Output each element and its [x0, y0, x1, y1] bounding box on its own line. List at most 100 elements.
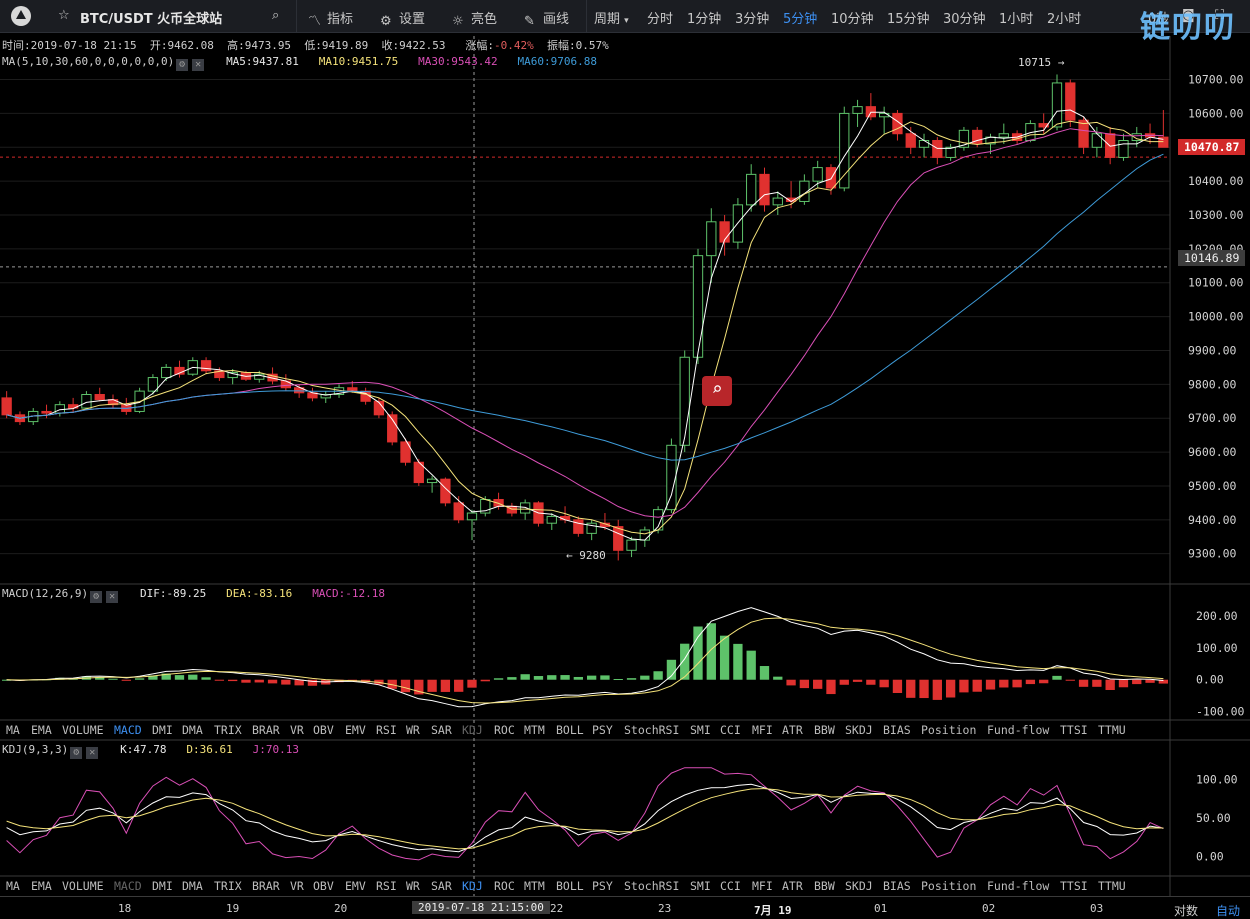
indicator-tab-volume[interactable]: VOLUME [62, 723, 104, 737]
indicator-tab-skdj[interactable]: SKDJ [845, 723, 873, 737]
macd-bar [932, 679, 942, 700]
indicator-tab-vr[interactable]: VR [290, 723, 304, 737]
macd-bar [1012, 679, 1022, 688]
time-axis: 18 19 20 2019-07-18 21:15:00 22 23 7月 19… [0, 896, 1250, 919]
indicator-tab-brar[interactable]: BRAR [252, 879, 280, 893]
indicator-tab-mtm[interactable]: MTM [524, 723, 545, 737]
price-tick-label: 9500.00 [1188, 479, 1237, 493]
indicator-tab-bbw[interactable]: BBW [814, 879, 835, 893]
indicator-tab-dma[interactable]: DMA [182, 723, 203, 737]
indicator-tab-fund-flow[interactable]: Fund-flow [987, 723, 1049, 737]
gear-icon[interactable]: ⚙ [70, 747, 83, 759]
indicator-tab-kdj[interactable]: KDJ [462, 723, 483, 737]
indicator-tab-bias[interactable]: BIAS [883, 723, 911, 737]
macd-bar [520, 674, 530, 680]
indicator-tab-rsi[interactable]: RSI [376, 879, 397, 893]
indicator-tab-ema[interactable]: EMA [31, 879, 52, 893]
indicator-tab-smi[interactable]: SMI [690, 723, 711, 737]
indicator-tab-emv[interactable]: EMV [345, 723, 366, 737]
indicator-tab-ma[interactable]: MA [6, 879, 20, 893]
indicator-tab-trix[interactable]: TRIX [214, 879, 242, 893]
kdj-tick-label: 0.00 [1196, 850, 1224, 864]
indicator-tab-fund-flow[interactable]: Fund-flow [987, 879, 1049, 893]
macd-bar [547, 675, 557, 680]
macd-bar [839, 679, 849, 685]
indicator-tab-wr[interactable]: WR [406, 879, 420, 893]
indicator-tab-emv[interactable]: EMV [345, 879, 366, 893]
indicator-tab-atr[interactable]: ATR [782, 879, 803, 893]
candle-body [1078, 119, 1089, 148]
indicator-tab-macd[interactable]: MACD [114, 723, 142, 737]
indicator-tab-cci[interactable]: CCI [720, 723, 741, 737]
indicator-tab-volume[interactable]: VOLUME [62, 879, 104, 893]
indicator-tab-roc[interactable]: ROC [494, 723, 515, 737]
candle-body [865, 106, 877, 118]
indicator-tab-boll[interactable]: BOLL [556, 879, 584, 893]
close-icon[interactable]: ✕ [106, 591, 119, 603]
indicator-tab-obv[interactable]: OBV [313, 723, 334, 737]
auto-scale-toggle[interactable]: 自动 [1216, 902, 1240, 919]
indicator-tab-atr[interactable]: ATR [782, 723, 803, 737]
indicator-tab-dma[interactable]: DMA [182, 879, 203, 893]
macd-bar [493, 678, 504, 680]
indicator-tab-ttmu[interactable]: TTMU [1098, 723, 1126, 737]
zoom-search-icon[interactable]: ⌕ [702, 376, 732, 406]
indicator-tab-rsi[interactable]: RSI [376, 723, 397, 737]
price-tick-label: 9800.00 [1188, 377, 1237, 391]
indicator-tab-stochrsi[interactable]: StochRSI [624, 879, 679, 893]
kline-chart[interactable]: 10700.0010600.0010500.0010400.0010300.00… [0, 0, 1250, 919]
macd-bar [773, 676, 783, 680]
indicator-tab-ema[interactable]: EMA [31, 723, 52, 737]
indicator-tab-roc[interactable]: ROC [494, 879, 515, 893]
candle-body [905, 133, 916, 148]
log-scale-toggle[interactable]: 对数 [1174, 902, 1198, 919]
indicator-tab-position[interactable]: Position [921, 723, 976, 737]
candle-body [932, 140, 943, 158]
indicator-tab-skdj[interactable]: SKDJ [845, 879, 873, 893]
macd-bar [214, 679, 225, 681]
indicator-tab-cci[interactable]: CCI [720, 879, 741, 893]
candle-body [679, 356, 690, 446]
indicator-tab-dmi[interactable]: DMI [152, 879, 173, 893]
candle-body [998, 133, 1009, 138]
indicator-tab-boll[interactable]: BOLL [556, 723, 584, 737]
close-icon[interactable]: ✕ [86, 747, 99, 759]
indicator-tab-mfi[interactable]: MFI [752, 879, 773, 893]
indicator-tab-ttmu[interactable]: TTMU [1098, 879, 1126, 893]
indicator-tab-obv[interactable]: OBV [313, 879, 334, 893]
indicator-tab-ttsi[interactable]: TTSI [1060, 723, 1088, 737]
indicator-tab-brar[interactable]: BRAR [252, 723, 280, 737]
indicator-tab-trix[interactable]: TRIX [214, 723, 242, 737]
indicator-tab-macd[interactable]: MACD [114, 879, 142, 893]
close-icon[interactable]: ✕ [192, 59, 205, 71]
indicator-tab-ttsi[interactable]: TTSI [1060, 879, 1088, 893]
macd-bar [945, 679, 956, 698]
indicator-tab-mtm[interactable]: MTM [524, 879, 545, 893]
candle-body [1065, 82, 1076, 121]
gear-icon[interactable]: ⚙ [176, 59, 189, 71]
indicator-tab-vr[interactable]: VR [290, 879, 304, 893]
indicator-tab-mfi[interactable]: MFI [752, 723, 773, 737]
macd-bar [972, 679, 982, 692]
candle-body [94, 394, 105, 401]
macd-bar [467, 679, 477, 688]
indicator-tab-sar[interactable]: SAR [431, 723, 452, 737]
candle-body [1091, 133, 1103, 148]
indicator-tab-wr[interactable]: WR [406, 723, 420, 737]
indicator-tab-dmi[interactable]: DMI [152, 723, 173, 737]
candle-body [852, 106, 863, 114]
macd-bar [174, 675, 185, 680]
indicator-tab-ma[interactable]: MA [6, 723, 20, 737]
indicator-tab-kdj[interactable]: KDJ [462, 879, 483, 893]
indicator-tab-smi[interactable]: SMI [690, 879, 711, 893]
indicator-tab-bbw[interactable]: BBW [814, 723, 835, 737]
gear-icon[interactable]: ⚙ [90, 591, 103, 603]
indicator-tab-bias[interactable]: BIAS [883, 879, 911, 893]
indicator-tab-psy[interactable]: PSY [592, 879, 613, 893]
macd-bar [906, 679, 916, 698]
price-tick-label: 10600.00 [1188, 106, 1243, 120]
indicator-tab-psy[interactable]: PSY [592, 723, 613, 737]
indicator-tab-sar[interactable]: SAR [431, 879, 452, 893]
indicator-tab-stochrsi[interactable]: StochRSI [624, 723, 679, 737]
indicator-tab-position[interactable]: Position [921, 879, 976, 893]
